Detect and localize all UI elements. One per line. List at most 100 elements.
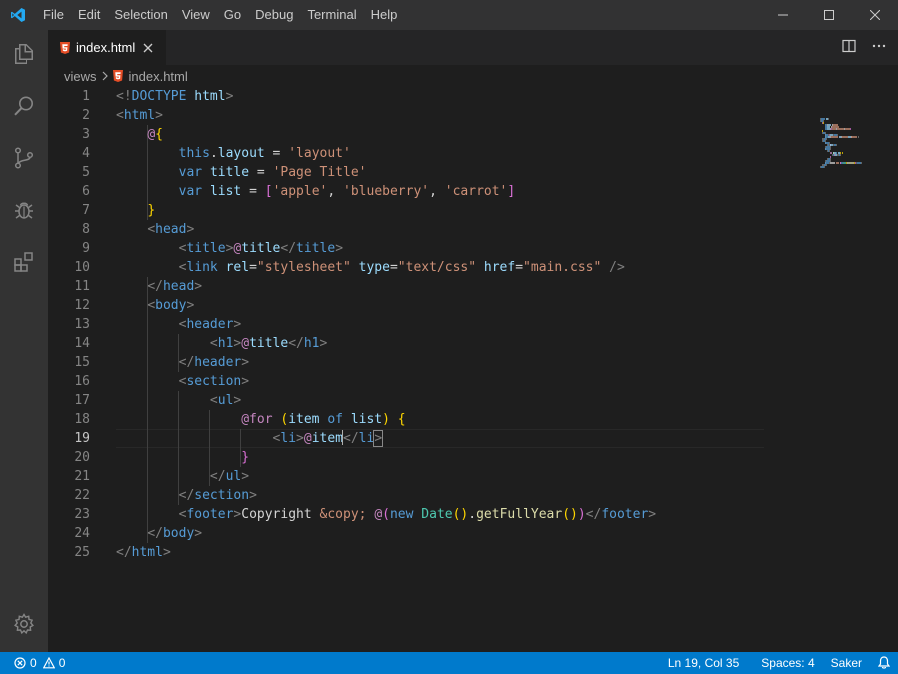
minimap-token (860, 162, 862, 164)
indentation-setting[interactable]: Spaces: 4 (753, 652, 822, 674)
code-text: @for (item of list) { (241, 412, 406, 427)
menu-terminal[interactable]: Terminal (300, 0, 363, 30)
user-account[interactable]: Saker (823, 652, 870, 674)
line-number: 3 (82, 127, 90, 142)
code-text: <section> (178, 374, 250, 389)
search-button[interactable] (0, 82, 48, 130)
code-line: 2 <html> (48, 106, 764, 125)
line-number: 21 (74, 469, 90, 484)
split-editor-button[interactable] (842, 39, 856, 56)
line-number: 25 (74, 545, 90, 560)
code-text: <html> (116, 108, 163, 123)
minimap-token (851, 136, 858, 138)
more-actions-button[interactable] (872, 39, 886, 56)
source-control-button[interactable] (0, 134, 48, 182)
extensions-icon (14, 252, 33, 272)
minimap-token (829, 162, 835, 164)
line-number: 18 (74, 412, 90, 427)
scrollbar-track[interactable] (884, 87, 898, 652)
code-text: var list = ['apple', 'blueberry', 'carro… (178, 184, 516, 199)
line-number: 14 (74, 336, 90, 351)
minimap-token (837, 128, 844, 130)
breadcrumb-file[interactable]: index.html (112, 69, 188, 84)
code-line: 22 </section> (48, 486, 764, 505)
code-text: } (241, 450, 250, 465)
tab-label: index.html (76, 40, 136, 55)
problems-indicator[interactable]: 0 0 (0, 656, 65, 670)
code-line: 14 <h1>@title</h1> (48, 334, 764, 353)
bell-icon (877, 656, 891, 669)
code-text: </section> (178, 488, 257, 503)
title-bar: File Edit Selection View Go Debug Termin… (0, 0, 898, 30)
menu-selection[interactable]: Selection (107, 0, 174, 30)
code-line: 25 </html> (48, 543, 764, 562)
status-right: Ln 19, Col 35 Spaces: 4 Saker (660, 652, 898, 674)
explorer-button[interactable] (0, 30, 48, 78)
settings-button[interactable] (0, 600, 48, 648)
menu-edit[interactable]: Edit (71, 0, 107, 30)
code-text: @{ (147, 127, 163, 142)
minimap-token (850, 128, 851, 130)
code-line: 13 <header> (48, 315, 764, 334)
code-line: 8 <head> (48, 220, 764, 239)
gear-icon (14, 613, 34, 635)
warning-icon (42, 657, 55, 669)
menu-bar: File Edit Selection View Go Debug Termin… (36, 0, 404, 30)
line-number: 20 (74, 450, 90, 465)
code-line: 21 </ul> (48, 467, 764, 486)
menu-view[interactable]: View (175, 0, 217, 30)
code-line: 6 var list = ['apple', 'blueberry', 'car… (48, 182, 764, 201)
notifications-button[interactable] (870, 652, 898, 674)
breadcrumb-folder[interactable]: views (64, 69, 97, 84)
vertical-scrollbar[interactable] (884, 87, 898, 652)
menu-go[interactable]: Go (217, 0, 248, 30)
minimap-token (847, 162, 855, 164)
tab-close-button[interactable] (143, 41, 153, 55)
minimap-token (826, 138, 827, 140)
bug-icon (15, 202, 33, 219)
tab-index-html[interactable]: index.html (48, 30, 166, 65)
code-text: <ul> (209, 393, 242, 408)
code-text: <footer>Copyright &copy; @(new Date().ge… (178, 507, 657, 522)
code-line: 17 <ul> (48, 391, 764, 410)
line-number: 5 (82, 165, 90, 180)
close-window-button[interactable] (852, 0, 898, 30)
cursor-position[interactable]: Ln 19, Col 35 (660, 652, 747, 674)
code-text: </header> (178, 355, 250, 370)
code-text: <body> (147, 298, 195, 313)
code-text: </html> (116, 545, 171, 560)
debug-button[interactable] (0, 186, 48, 234)
code-line: 23 <footer>Copyright &copy; @(new Date()… (48, 505, 764, 524)
maximize-icon (824, 10, 834, 20)
tab-bar: index.html (48, 30, 898, 65)
code-line: 10 <link rel="stylesheet" type="text/css… (48, 258, 764, 277)
breadcrumb: views index.html (48, 65, 898, 87)
line-number: 7 (82, 203, 90, 218)
extensions-button[interactable] (0, 238, 48, 286)
line-number: 23 (74, 507, 90, 522)
minimap-token (830, 136, 838, 138)
minimap[interactable] (770, 87, 884, 652)
code-line: 12 <body> (48, 296, 764, 315)
code-text: <link rel="stylesheet" type="text/css" h… (178, 260, 625, 275)
line-number: 8 (82, 222, 90, 237)
line-number: 12 (74, 298, 90, 313)
minimize-button[interactable] (760, 0, 806, 30)
menu-file[interactable]: File (36, 0, 71, 30)
code-line: 15 </header> (48, 353, 764, 372)
code-text: <li>@item</li> (272, 430, 384, 447)
editor-area: index.html views index.html 1 <!DOCTYPE … (48, 30, 898, 652)
code-text: var title = 'Page Title' (178, 165, 367, 180)
code-line: 16 <section> (48, 372, 764, 391)
menu-help[interactable]: Help (364, 0, 405, 30)
minimap-token (829, 148, 831, 150)
code-line: 7 } (48, 201, 764, 220)
code-line: 20 } (48, 448, 764, 467)
minimap-token (841, 136, 848, 138)
menu-debug[interactable]: Debug (248, 0, 300, 30)
maximize-button[interactable] (806, 0, 852, 30)
code-line: 9 <title>@title</title> (48, 239, 764, 258)
line-number: 17 (74, 393, 90, 408)
code-line: 24 </body> (48, 524, 764, 543)
minimap-token (823, 166, 825, 168)
